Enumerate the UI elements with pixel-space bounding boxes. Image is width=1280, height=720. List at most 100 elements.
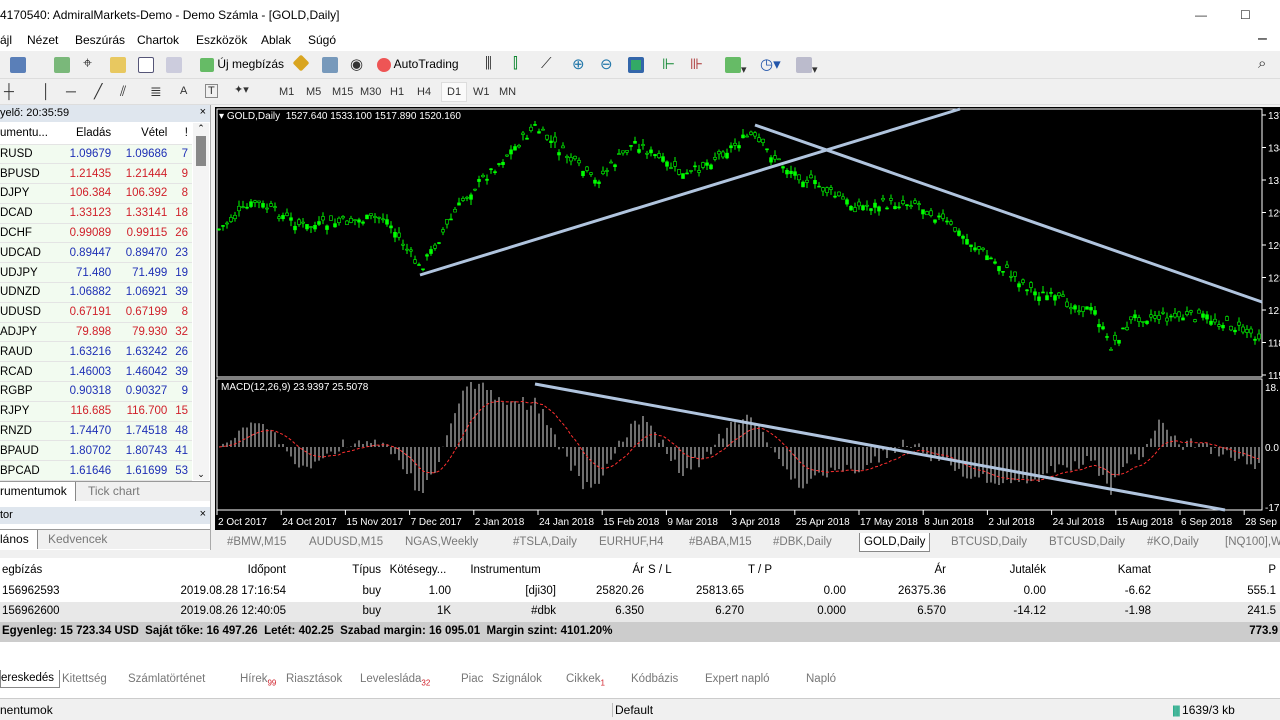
market-watch-row[interactable]: BPAUD 1.80702 1.80743 41 <box>0 440 192 462</box>
tf-w1[interactable]: W1 <box>473 86 490 98</box>
radio-icon[interactable]: ◉ <box>350 55 363 73</box>
tf-h1[interactable]: H1 <box>390 86 404 98</box>
menu-help[interactable]: Súgó <box>308 33 336 47</box>
menu-insert[interactable]: Beszúrás <box>75 33 125 47</box>
chart-tab[interactable]: EURHUF,H4 <box>599 536 664 548</box>
market-watch-row[interactable]: RUSD 1.09679 1.09686 7 <box>0 144 192 165</box>
terminal-tab[interactable]: Szignálok <box>492 673 542 685</box>
fibonacci-icon[interactable]: ≣ <box>150 83 162 100</box>
chart-tab[interactable]: #TSLA,Daily <box>513 536 577 548</box>
search-icon[interactable]: ⌕ <box>1258 55 1266 72</box>
terminal-tab[interactable]: Levelesláda32 <box>360 673 430 687</box>
autoscroll-icon[interactable]: ⊪ <box>690 55 703 73</box>
line-chart-icon[interactable]: ⟋ <box>541 55 552 72</box>
tf-m15[interactable]: M15 <box>332 86 353 98</box>
market-watch-row[interactable]: ADJPY 79.898 79.930 32 <box>0 322 192 343</box>
market-watch-row[interactable]: RJPY 116.685 116.700 15 <box>0 401 192 422</box>
tab-tick-chart[interactable]: Tick chart <box>88 484 140 498</box>
menu-window[interactable]: Ablak <box>261 33 291 47</box>
zoom-out-icon[interactable]: ⊖ <box>600 55 613 73</box>
tile-windows-icon[interactable] <box>628 57 644 73</box>
maximize-button[interactable]: ☐ <box>1240 8 1251 22</box>
indicators-icon[interactable] <box>725 57 741 73</box>
market-watch-row[interactable]: RGBP 0.90318 0.90327 9 <box>0 381 192 402</box>
chart-tab[interactable]: #BMW,M15 <box>227 536 286 548</box>
terminal-tab[interactable]: ereskedés <box>0 670 61 688</box>
col-symbol[interactable]: umentu... <box>0 122 60 145</box>
menu-charts[interactable]: Chartok <box>137 33 179 47</box>
order-row[interactable]: 156962600 2019.08.26 12:40:05 buy 1K #dbk 6.3… <box>0 602 1280 622</box>
new-order-button[interactable]: Új megbízás <box>200 57 284 72</box>
signals-icon[interactable] <box>322 57 338 73</box>
tf-m5[interactable]: M5 <box>306 86 321 98</box>
chart-shift-icon[interactable]: ⊩ <box>662 55 675 73</box>
candle-chart-icon[interactable]: ⫿ <box>513 55 518 72</box>
terminal-tab[interactable]: Kódbázis <box>631 673 678 685</box>
vertical-line-icon[interactable]: │ <box>42 83 51 99</box>
terminal-tab[interactable]: Hírek99 <box>240 673 276 687</box>
bar-chart-icon[interactable]: ⫼ <box>485 55 492 72</box>
market-watch-row[interactable]: RAUD 1.63216 1.63242 26 <box>0 341 192 363</box>
navigator-icon[interactable] <box>110 57 126 73</box>
chart-tab[interactable]: NGAS,Weekly <box>405 536 478 548</box>
chart-tab[interactable]: AUDUSD,M15 <box>309 536 383 548</box>
terminal-icon[interactable] <box>138 57 154 73</box>
terminal-tab[interactable]: Expert napló <box>705 673 770 685</box>
equidistant-channel-icon[interactable]: ⫽ <box>120 83 126 100</box>
horizontal-line-icon[interactable]: ─ <box>66 83 76 99</box>
tab-symbols[interactable]: rumentumok <box>0 482 76 501</box>
menu-view[interactable]: Nézet <box>27 33 58 47</box>
market-watch-row[interactable]: DCHF 0.99089 0.99115 26 <box>0 223 192 244</box>
market-watch-row[interactable]: UDUSD 0.67191 0.67199 8 <box>0 302 192 323</box>
tf-mn[interactable]: MN <box>499 86 516 98</box>
minimize-child-icon[interactable]: – <box>1258 30 1267 48</box>
tab-general[interactable]: lános <box>0 530 38 549</box>
col-spread[interactable]: ! <box>171 122 192 145</box>
chart-tab[interactable]: GOLD,Daily <box>859 533 931 552</box>
scroll-down-icon[interactable]: ⌄ <box>193 469 209 480</box>
chart-window[interactable]: 137 134 131 129 126 123 121 118 11518. 0.0 -17 2 Oc… <box>215 107 1280 530</box>
market-watch-row[interactable]: UDNZD 1.06882 1.06921 39 <box>0 282 192 303</box>
trendline-icon[interactable]: ╱ <box>94 83 102 100</box>
close-icon[interactable]: × <box>200 106 206 118</box>
terminal-header[interactable]: egbízás Időpont Típus Kötésegy... Instrument… <box>0 561 1280 581</box>
menu-tools[interactable]: Eszközök <box>196 33 247 47</box>
templates-icon[interactable] <box>796 57 812 73</box>
chart-tab[interactable]: BTCUSD,Daily <box>1049 536 1125 548</box>
terminal-tab[interactable]: Napló <box>806 673 836 685</box>
col-bid[interactable]: Eladás <box>59 122 116 145</box>
market-watch-row[interactable]: RNZD 1.74470 1.74518 48 <box>0 421 192 442</box>
tester-icon[interactable] <box>166 57 182 73</box>
scroll-thumb[interactable] <box>196 136 206 166</box>
tf-h4[interactable]: H4 <box>417 86 431 98</box>
market-watch-row[interactable]: BPUSD 1.21435 1.21444 9 <box>0 163 192 185</box>
chart-tab[interactable]: BTCUSD,Daily <box>951 536 1027 548</box>
market-watch-row[interactable]: DCAD 1.33123 1.33141 18 <box>0 203 192 224</box>
autotrading-button[interactable]: AutoTrading <box>377 57 459 72</box>
market-watch-row[interactable]: UDJPY 71.480 71.499 19 <box>0 262 192 284</box>
scroll-up-icon[interactable]: ⌃ <box>193 123 209 134</box>
chart-tab[interactable]: [NQ100],Weekly <box>1225 536 1280 548</box>
menu-file[interactable]: ájl <box>0 33 12 47</box>
market-watch-icon[interactable] <box>54 57 70 73</box>
terminal-tab[interactable]: Piac <box>461 673 483 685</box>
minimize-button[interactable]: — <box>1195 8 1207 22</box>
close-icon[interactable]: × <box>200 508 206 520</box>
chart-tab[interactable]: #BABA,M15 <box>689 536 752 548</box>
tf-m1[interactable]: M1 <box>279 86 294 98</box>
tab-favorites[interactable]: Kedvencek <box>48 532 107 546</box>
tf-d1[interactable]: D1 <box>441 82 468 102</box>
chart-tab[interactable]: #KO,Daily <box>1147 536 1199 548</box>
terminal-tab[interactable]: Riasztások <box>286 673 342 685</box>
zoom-in-icon[interactable]: ⊕ <box>572 55 585 73</box>
col-ask[interactable]: Vétel <box>115 122 172 145</box>
market-watch-row[interactable]: DJPY 106.384 106.392 8 <box>0 183 192 204</box>
gold-icon[interactable] <box>292 54 310 72</box>
periods-icon[interactable]: ◷▾ <box>760 55 781 73</box>
market-watch-row[interactable]: BPCAD 1.61646 1.61699 53 <box>0 460 192 482</box>
new-chart-icon[interactable] <box>10 57 26 73</box>
chart-canvas[interactable]: 137 134 131 129 126 123 121 118 11518. 0.0 -17 2 Oc… <box>215 107 1280 530</box>
order-row[interactable]: 156962593 2019.08.28 17:16:54 buy 1.00 [dji3… <box>0 582 1280 602</box>
crosshair-tool-icon[interactable]: ┼ <box>4 83 14 99</box>
crosshair-icon[interactable]: ⌖ <box>83 55 92 73</box>
